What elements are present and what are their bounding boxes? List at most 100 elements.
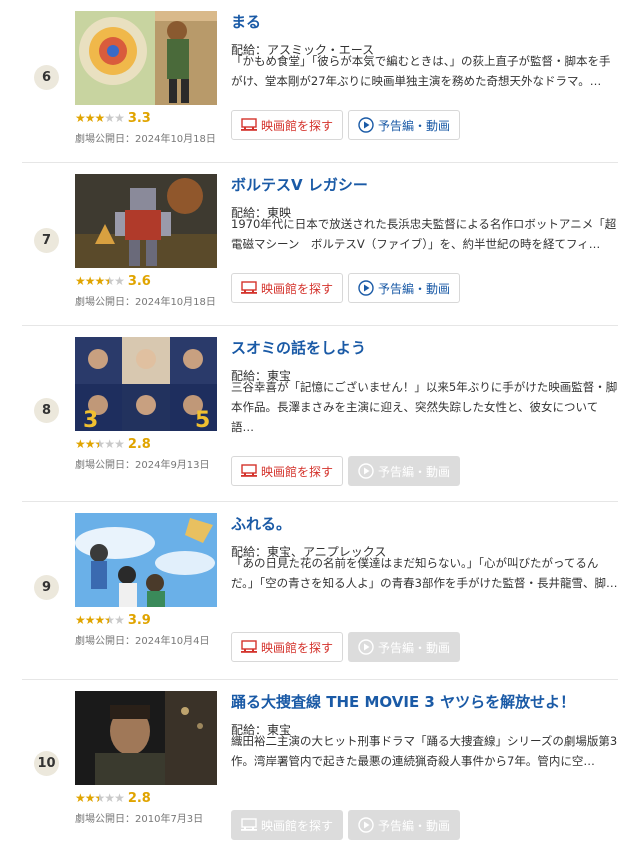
rating-score: 3.3 [127,110,151,126]
star-rating: ★★★★★★ [75,791,125,805]
movie-title-link[interactable]: スオミの話をしよう [231,337,366,358]
movie-row: 8 3 5 ★★★★★★ 2.8 劇場公開日：2024年9月13日 スオミの話を… [0,326,640,502]
find-theater-button[interactable]: 映画館を探す [231,110,343,140]
release-date: 劇場公開日：2010年7月3日 [75,814,204,825]
star-rating: ★★★★★★ [75,437,125,451]
rating-score: 3.9 [127,612,151,628]
svg-text:3: 3 [83,408,98,431]
trailer-button[interactable]: 予告編・動画 [348,810,460,840]
star-rating: ★★★★★ [75,111,125,125]
star-full-icon: ★ [75,274,86,288]
theater-screen-icon [240,818,261,832]
star-empty-icon: ★ [114,791,125,805]
star-full-icon: ★ [84,437,96,451]
star-full-icon: ★ [75,791,86,805]
star-empty-icon: ★ [114,274,125,288]
movie-description: 織田裕二主演の大ヒット刑事ドラマ「踊る大捜査線」シリーズの劇場版第3作。湾岸署管… [231,734,618,768]
release-date: 劇場公開日：2024年10月18日 [75,297,216,308]
theater-screen-icon [240,118,261,132]
release-date: 劇場公開日：2024年10月18日 [75,134,216,145]
find-theater-button[interactable]: 映画館を探す [231,273,343,303]
star-half-icon: ★★ [94,791,106,805]
star-rating: ★★★★★★ [75,613,125,627]
movie-description: 1970年代に日本で放送された長浜忠夫監督による名作ロボットアニメ「超電磁マシー… [231,217,617,251]
star-full-icon: ★ [75,613,86,627]
rating: ★★★★★ 3.3 [75,110,151,126]
movie-description: 「かもめ食堂」「彼らが本気で編むときは、」の荻上直子が監督・脚本を手がけ、堂本剛… [231,54,611,88]
rating: ★★★★★★ 3.6 [75,273,151,289]
play-circle-icon [358,817,378,833]
trailer-button[interactable]: 予告編・動画 [348,456,460,486]
find-theater-button[interactable]: 映画館を探す [231,456,343,486]
find-theater-label: 映画館を探す [260,464,333,479]
star-empty-icon: ★ [114,437,125,451]
trailer-button[interactable]: 予告編・動画 [348,110,460,140]
star-full-icon: ★ [84,613,96,627]
trailer-button[interactable]: 予告編・動画 [348,273,460,303]
star-half-icon: ★★ [104,613,115,627]
star-empty-icon: ★ [104,111,115,125]
movie-title-link[interactable]: ふれる。 [231,513,291,534]
find-theater-label: 映画館を探す [260,818,333,833]
movie-description: 三谷幸喜が「記憶にございません！」以来5年ぶりに手がけた映画監督・脚本作品。長澤… [231,380,618,434]
rating: ★★★★★★ 2.8 [75,790,151,806]
star-full-icon: ★ [94,274,106,288]
find-theater-label: 映画館を探す [260,118,333,133]
movie-title-link[interactable]: まる [231,11,261,32]
movie-row: 10 ★★★★★★ 2.8 劇場公開日：2010年7月3日 踊る大捜査線 THE… [0,680,640,855]
rating: ★★★★★★ 2.8 [75,436,151,452]
star-half-icon: ★★ [94,437,106,451]
play-circle-icon [358,639,378,655]
star-empty-icon: ★ [114,111,125,125]
trailer-label: 予告編・動画 [377,818,450,833]
star-full-icon: ★ [84,111,96,125]
rank-badge: 6 [34,65,59,90]
star-half-icon: ★★ [104,274,115,288]
release-date: 劇場公開日：2024年9月13日 [75,460,210,471]
play-circle-icon [358,117,378,133]
trailer-label: 予告編・動画 [377,118,450,133]
star-empty-icon: ★ [104,791,115,805]
movie-poster[interactable] [75,513,217,607]
rating: ★★★★★★ 3.9 [75,612,151,628]
trailer-label: 予告編・動画 [377,640,450,655]
star-empty-icon: ★ [114,613,125,627]
play-circle-icon [358,280,378,296]
movie-poster[interactable] [75,174,217,268]
star-full-icon: ★ [75,111,86,125]
find-theater-button[interactable]: 映画館を探す [231,810,343,840]
star-full-icon: ★ [94,111,106,125]
trailer-label: 予告編・動画 [377,464,450,479]
movie-poster[interactable] [75,691,217,785]
movie-description: 「あの日見た花の名前を僕達はまだ知らない。」「心が叫びたがってるんだ。」「空の青… [231,556,618,590]
theater-screen-icon [240,281,261,295]
rating-score: 2.8 [127,790,151,806]
movie-row: 9 ★★★★★★ 3.9 劇場公開日：2024年10月4日 ふれる。 配給：東宝… [0,502,640,680]
movie-poster[interactable] [75,11,217,105]
movie-row: 6 ★★★★★ 3.3 劇場公開日：2024年10月18日 まる 配給：アスミッ… [0,0,640,163]
svg-text:5: 5 [195,408,210,431]
rating-score: 3.6 [127,273,151,289]
rank-badge: 9 [34,574,59,600]
movie-poster[interactable]: 3 5 [75,337,217,431]
find-theater-label: 映画館を探す [260,281,333,296]
trailer-button[interactable]: 予告編・動画 [348,632,460,662]
star-full-icon: ★ [75,437,86,451]
find-theater-button[interactable]: 映画館を探す [231,632,343,662]
rating-score: 2.8 [127,436,151,452]
star-full-icon: ★ [94,613,106,627]
rank-badge: 7 [34,228,59,253]
release-date: 劇場公開日：2024年10月4日 [75,636,210,647]
star-rating: ★★★★★★ [75,274,125,288]
theater-screen-icon [240,464,261,478]
find-theater-label: 映画館を探す [260,640,333,655]
star-full-icon: ★ [84,791,96,805]
movie-title-link[interactable]: ボルテスV レガシー [231,174,368,195]
movie-row: 7 ★★★★★★ 3.6 劇場公開日：2024年10月18日 ボルテスV レガシ… [0,163,640,326]
play-circle-icon [358,463,378,479]
movie-title-link[interactable]: 踊る大捜査線 THE MOVIE 3 ヤツらを解放せよ！ [231,691,575,712]
star-full-icon: ★ [84,274,96,288]
trailer-label: 予告編・動画 [377,281,450,296]
theater-screen-icon [240,640,261,654]
rank-badge: 8 [34,397,59,423]
